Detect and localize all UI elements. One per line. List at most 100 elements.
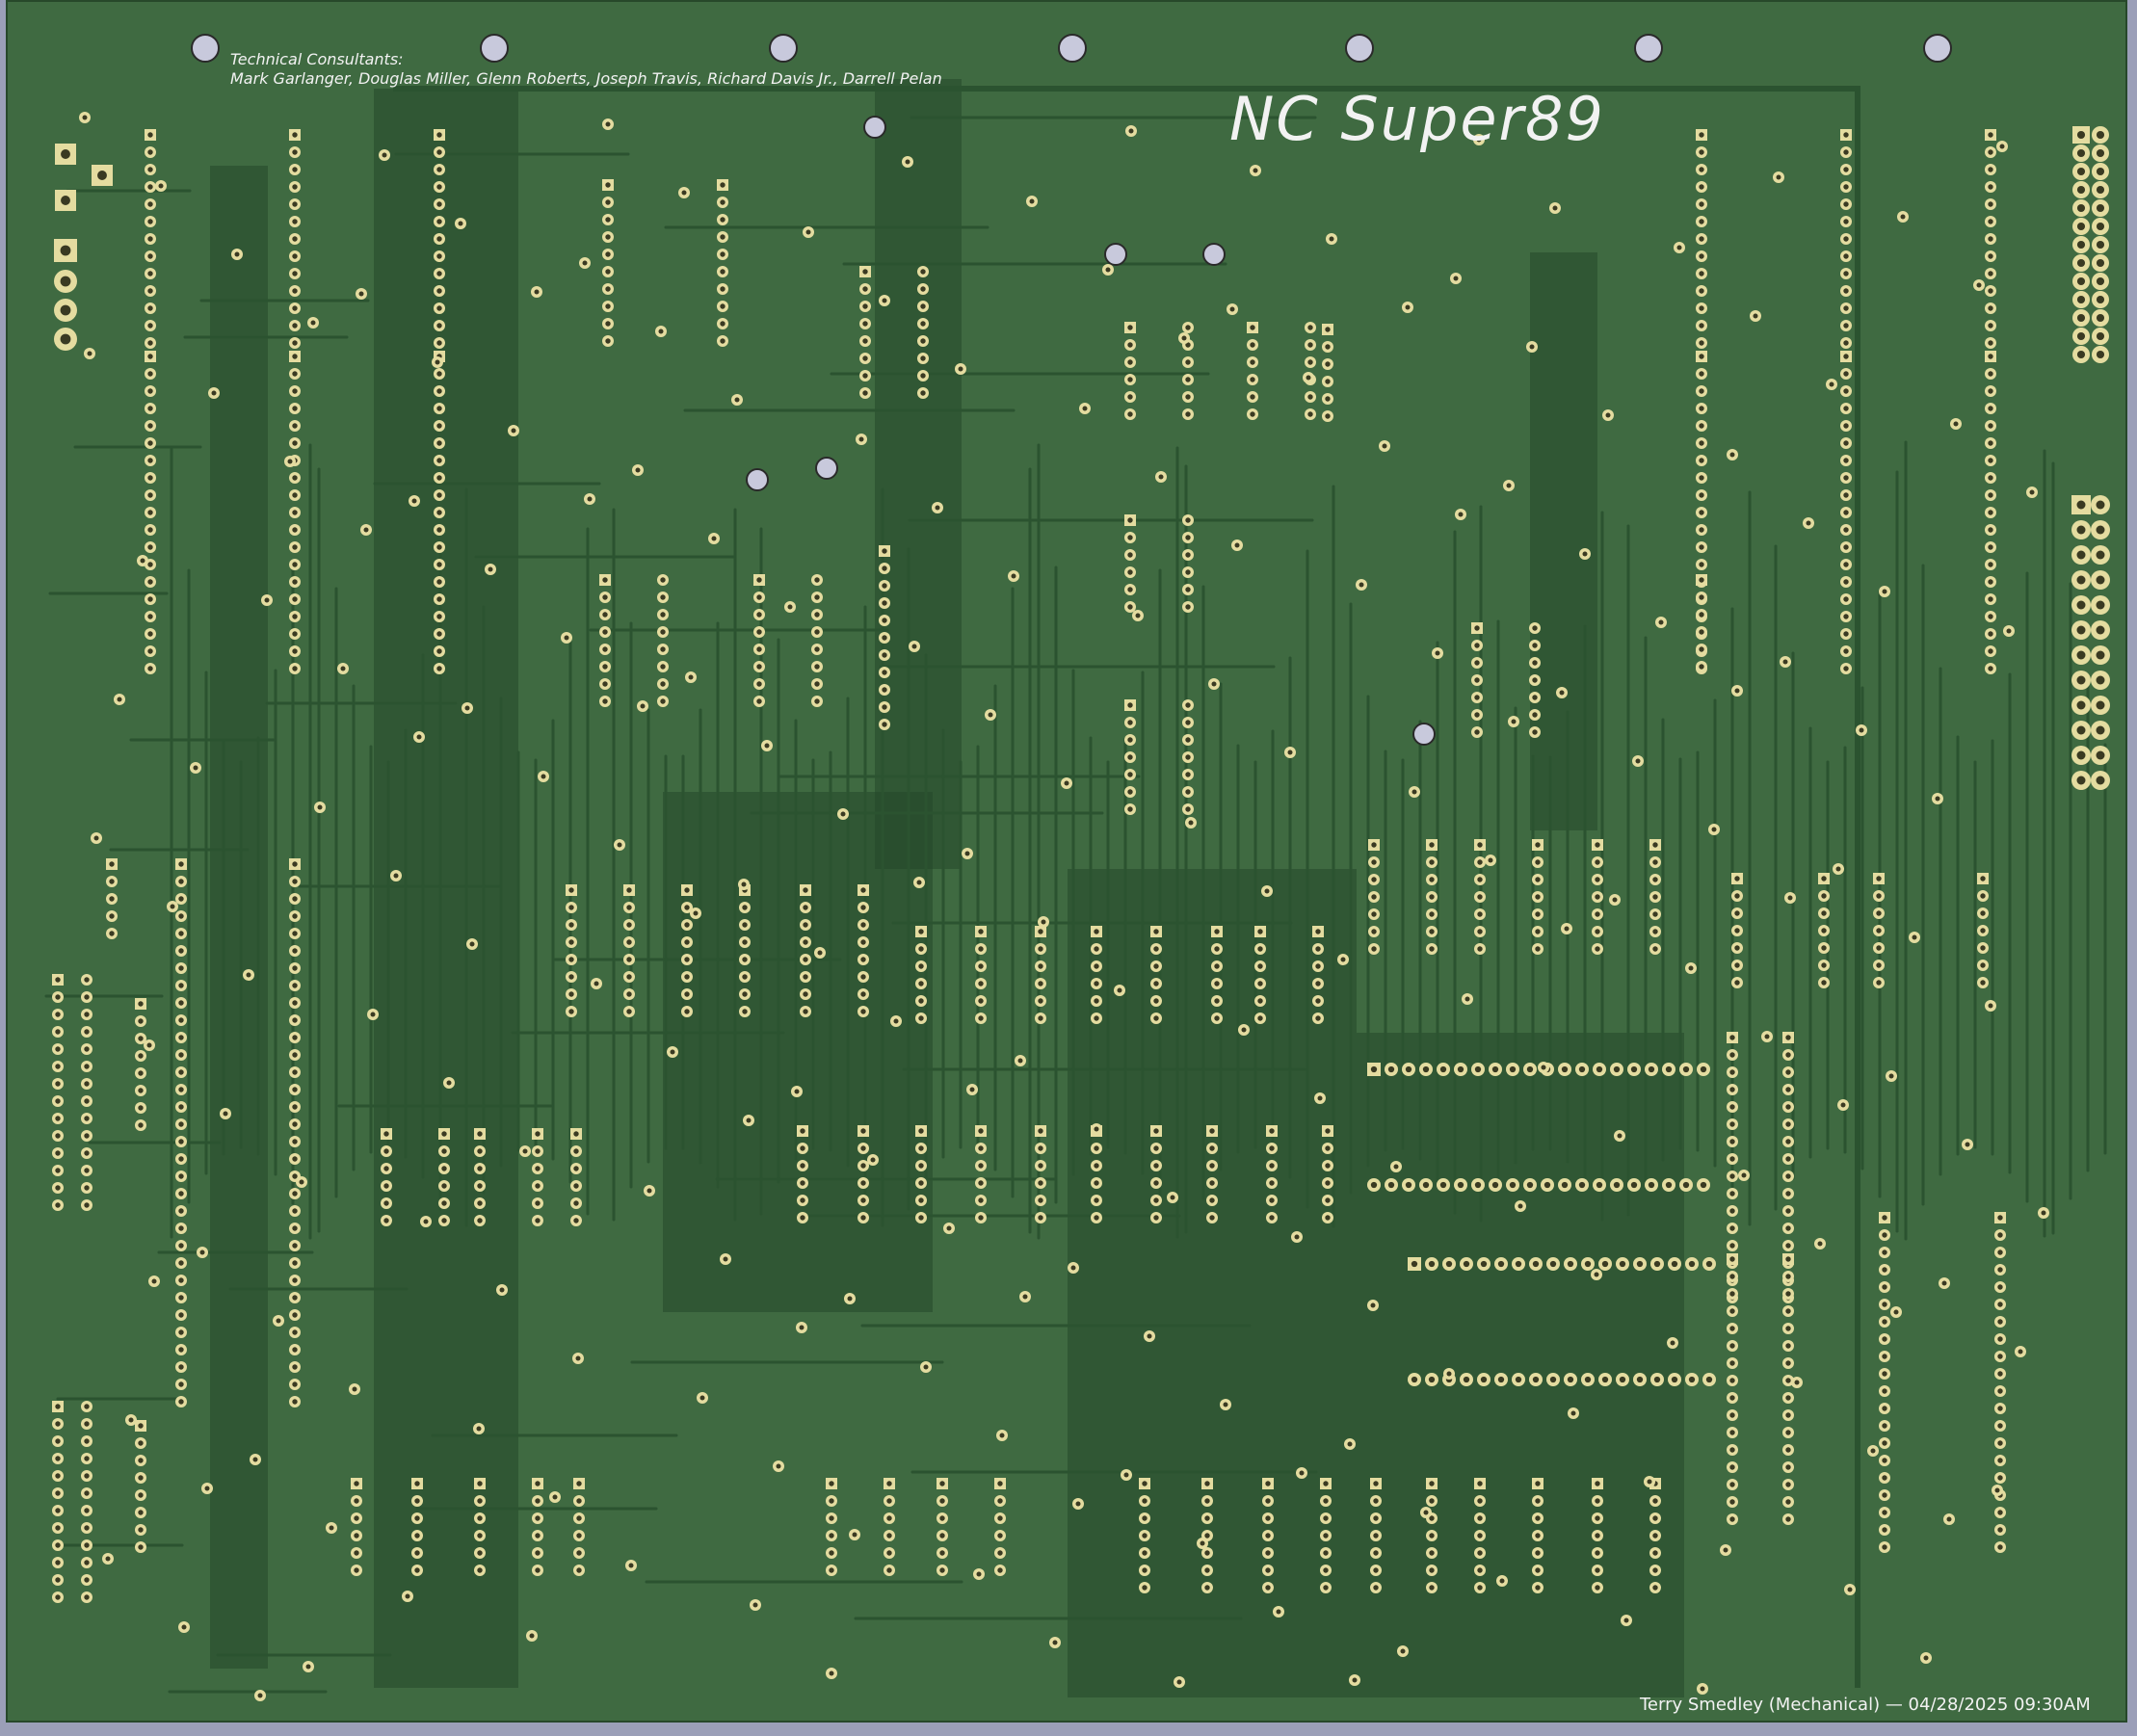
pad-hole <box>147 648 153 654</box>
pad-hole <box>1729 1104 1735 1110</box>
pad-hole <box>684 887 690 893</box>
pad-hole <box>1474 625 1480 631</box>
pad-hole <box>2096 575 2105 585</box>
pad-hole <box>1699 577 1704 583</box>
pad-hole <box>292 1312 298 1318</box>
pad-hole <box>660 664 666 670</box>
pad-hole <box>1373 1567 1379 1573</box>
via-hole <box>1200 1540 1205 1546</box>
pad-hole <box>1474 695 1480 700</box>
pad-hole <box>138 1105 144 1111</box>
via-hole <box>87 351 92 356</box>
via-hole <box>1994 1487 2000 1493</box>
pad-hole <box>178 1000 184 1006</box>
pad-hole <box>978 1197 984 1203</box>
pad-hole <box>1439 1065 1447 1073</box>
via-hole <box>1017 1058 1023 1064</box>
pad-hole <box>436 371 442 377</box>
pad-hole <box>1549 1260 1557 1268</box>
pad-hole <box>1094 1145 1099 1151</box>
pad-hole <box>1185 789 1191 795</box>
pad-hole <box>626 991 632 997</box>
pad-hole <box>2076 185 2086 195</box>
pad-hole <box>860 1128 866 1134</box>
pad-hole <box>441 1218 447 1223</box>
via-hole <box>1670 1340 1675 1346</box>
pad-hole <box>292 965 298 971</box>
pad-hole <box>720 251 726 257</box>
pad-hole <box>997 1498 1003 1504</box>
pad-hole <box>1729 1256 1735 1262</box>
pad-hole <box>2096 725 2105 735</box>
pad-hole <box>814 646 820 652</box>
pad-hole <box>436 440 442 446</box>
pad-hole <box>147 305 153 311</box>
pad-hole <box>918 946 924 952</box>
pad-hole <box>2076 575 2086 585</box>
pad-hole <box>1532 625 1538 631</box>
pad-hole <box>1325 327 1331 332</box>
pad-hole <box>1153 981 1159 986</box>
pad-hole <box>535 1567 541 1573</box>
pad-hole <box>1480 1260 1488 1268</box>
pad-hole <box>138 1070 144 1076</box>
pad-hole <box>1988 648 1993 654</box>
pad-hole <box>1185 587 1191 592</box>
pad-hole <box>814 577 820 583</box>
pad-hole <box>2076 276 2086 286</box>
pad-hole <box>2076 625 2086 635</box>
pad-hole <box>1428 1260 1436 1268</box>
pad-hole <box>436 288 442 294</box>
pad-hole <box>84 1438 90 1444</box>
pad-hole <box>1729 1412 1735 1418</box>
pad-hole <box>109 931 115 936</box>
pad-hole <box>1038 998 1043 1004</box>
pad-hole <box>1699 527 1704 533</box>
via-hole <box>82 115 88 120</box>
pad-hole <box>1325 413 1331 419</box>
pad-hole <box>1700 1065 1707 1073</box>
pad-hole <box>1997 1336 2003 1342</box>
pad-hole <box>1785 1482 1791 1487</box>
pad-hole <box>1315 946 1321 952</box>
pad-hole <box>1325 1215 1331 1221</box>
pad-hole <box>860 939 866 945</box>
pad-hole <box>178 1087 184 1092</box>
pad-hole <box>1474 677 1480 683</box>
pad-hole <box>2076 203 2086 213</box>
pad-hole <box>1532 660 1538 666</box>
pad-hole <box>138 1458 144 1463</box>
pad-hole <box>84 1150 90 1156</box>
pad-hole <box>292 1347 298 1353</box>
pad-hole <box>1699 475 1704 481</box>
via-hole <box>1064 780 1069 786</box>
via-hole <box>1170 1195 1175 1200</box>
pad-hole <box>2096 130 2105 140</box>
pad-hole <box>1595 929 1600 934</box>
pad-hole <box>535 1515 541 1521</box>
pad-hole <box>292 305 298 311</box>
pad-hole <box>1700 1181 1707 1189</box>
pad-hole <box>918 1197 924 1203</box>
via-hole <box>1923 1655 1929 1661</box>
pad-hole <box>138 1527 144 1533</box>
pad-hole <box>1876 980 1882 986</box>
pad-hole <box>684 1009 690 1014</box>
pad-hole <box>436 423 442 429</box>
pad-hole <box>1153 1015 1159 1021</box>
pad-hole <box>292 666 298 671</box>
via-hole <box>151 1278 157 1284</box>
pad-hole <box>918 1128 924 1134</box>
via-hole <box>1176 1679 1182 1685</box>
pad-hole <box>1997 1267 2003 1273</box>
pad-hole <box>918 998 924 1004</box>
pad-hole <box>178 1052 184 1058</box>
pad-hole <box>1729 1191 1735 1197</box>
pad-hole <box>882 652 887 658</box>
pad-hole <box>568 1009 574 1014</box>
pad-hole <box>1843 492 1849 498</box>
via-hole <box>511 428 516 434</box>
pad-hole <box>436 236 442 242</box>
pad-hole <box>1729 1087 1735 1092</box>
via-hole <box>1446 1371 1452 1377</box>
